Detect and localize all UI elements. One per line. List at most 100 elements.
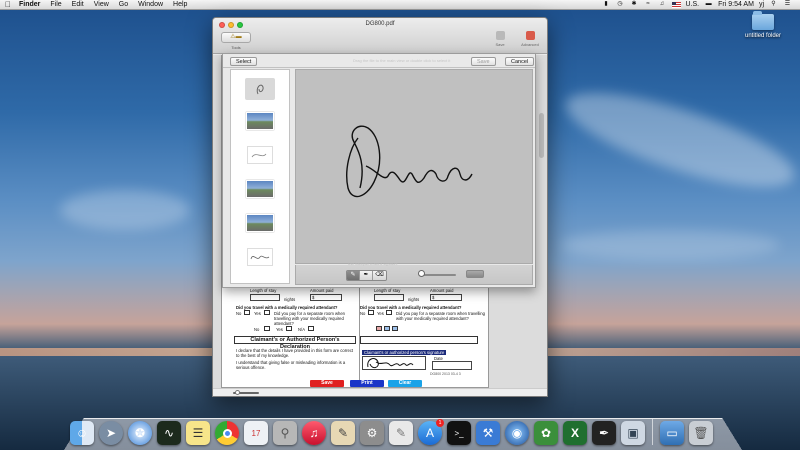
stroke-width-slider-knob[interactable] [418,270,425,277]
thumbnail-photo-2[interactable] [245,178,275,200]
time-machine-icon[interactable]: ◷ [616,1,625,8]
thumbnail-photo-1[interactable] [245,110,275,132]
nights-label: nights [284,297,296,302]
chrome-dock-icon[interactable] [215,421,239,445]
status-area: ▮ ◷ ✱ ≈ ♫ U.S. ▬ Fri 9:54 AM yj ⚲ ☰ [602,1,800,8]
us-flag-icon[interactable] [671,1,681,8]
form-clear-button[interactable]: Clear [388,380,422,387]
brush-tool-icon[interactable]: ✒ [360,271,373,280]
volume-icon[interactable]: ♫ [658,1,667,8]
eraser-tool-icon[interactable]: ⌫ [373,271,386,280]
apple-menu-icon[interactable]:  [2,0,14,9]
preview-toolbar: Use trackpad to add a signature ✎ ✒ ⌫ [295,262,533,285]
battery-icon[interactable]: ▬ [704,1,713,8]
menu-app-name[interactable]: Finder [14,1,45,8]
vertical-scrollbar[interactable] [539,113,544,158]
dock-separator [652,419,653,445]
desktop-folder[interactable]: untitled folder [738,11,788,39]
no-checkbox-3[interactable] [368,310,374,315]
itunes-dock-icon[interactable]: ♫ [302,421,326,445]
xcode-dock-icon[interactable]: ⚒ [476,421,500,445]
preview-dock-icon[interactable]: ✎ [331,421,355,445]
menu-window[interactable]: Window [133,1,168,8]
excel-dock-icon[interactable]: X [563,421,587,445]
blue-check-box[interactable] [384,326,390,331]
system-preferences-dock-icon[interactable]: ⚙ [360,421,384,445]
no-checkbox-2[interactable] [264,326,270,331]
amount-paid-input[interactable]: $ [310,294,342,301]
cloud [560,230,780,260]
stickies-dock-icon[interactable]: ☰ [186,421,210,445]
trash-dock-icon[interactable]: 🗑 [689,421,713,445]
keychain-dock-icon[interactable]: ⚲ [273,421,297,445]
network-utility-dock-icon[interactable]: ◉ [505,421,529,445]
photo-thumb-icon-3 [246,214,274,232]
thumbnail-signature-3[interactable] [245,246,275,268]
yes-checkbox-3[interactable] [386,310,392,315]
yes-checkbox-2[interactable] [286,326,292,331]
signature-card-icon [247,146,273,164]
thumbnail-photo-3[interactable] [245,212,275,234]
launchpad-dock-icon[interactable]: ➤ [99,421,123,445]
finder-dock-icon[interactable]: ☺ [70,421,94,445]
input-source-label[interactable]: U.S. [686,1,700,8]
window-title: DG800.pdf [365,21,395,27]
signature-sheet: Select Drag the file to the main view or… [222,53,536,288]
desktop-stack-dock-icon[interactable]: ▭ [660,421,684,445]
textedit-dock-icon[interactable]: ✎ [389,421,413,445]
toolbar-right: Save Advanced [489,31,541,47]
menu-edit[interactable]: Edit [67,1,89,8]
yes-checkbox[interactable] [264,310,270,315]
activity-monitor-dock-icon[interactable]: ∿ [157,421,181,445]
tools-button[interactable]: ⚠▬ [221,32,251,43]
menu-help[interactable]: Help [168,1,192,8]
no-checkbox[interactable] [244,310,250,315]
pdf-signer-dock-icon[interactable]: ✒ [592,421,616,445]
select-button[interactable]: Select [230,57,258,66]
battery-menu-icon[interactable]: ▮ [602,1,611,8]
clock[interactable]: Fri 9:54 AM [718,1,754,8]
dollar-sign-2: $ [432,295,435,300]
menu-file[interactable]: File [45,1,66,8]
zoom-slider-knob[interactable] [235,390,240,395]
date-field[interactable] [432,361,472,370]
image-capture-dock-icon[interactable]: ▣ [621,421,645,445]
form-save-button[interactable]: Save [310,380,344,387]
user-name[interactable]: yj [759,1,764,8]
leaf-app-dock-icon[interactable]: ✿ [534,421,558,445]
signature-card-scribble-2 [250,255,270,260]
na-checkbox[interactable] [308,326,314,331]
horizontal-scrollbar[interactable] [213,388,547,396]
wifi-icon[interactable]: ≈ [644,1,653,8]
bluetooth-icon[interactable]: ✱ [630,1,639,8]
menu-view[interactable]: View [89,1,114,8]
window-titlebar[interactable]: DG800.pdf ⚠▬ Tools Save Advanced [213,18,547,54]
sheet-save-button[interactable]: Save [471,57,496,66]
safari-dock-icon[interactable]: ✪ [128,421,152,445]
stroke-width-slider[interactable] [420,274,456,276]
form-print-button[interactable]: Print [350,380,384,387]
pen-tool-icon[interactable]: ✎ [347,271,360,280]
thumbnail-signature-2[interactable] [245,144,275,166]
signature-preview[interactable] [295,69,533,264]
signature-thumbnail-list[interactable] [230,69,290,284]
toolbar-save-label: Save [495,42,505,47]
thumbnail-signature-1[interactable] [245,78,275,100]
toolbar-save[interactable]: Save [489,31,511,47]
length-of-stay-input[interactable] [250,294,280,301]
cloud [60,190,190,230]
notification-center-icon[interactable]: ☰ [783,1,792,8]
cancel-button[interactable]: Cancel [505,57,535,66]
toolbar-advanced[interactable]: Advanced [519,31,541,47]
app-store-dock-icon[interactable]: A1 [418,419,444,445]
blue-check-box-2[interactable] [392,326,398,331]
red-check-box[interactable] [376,326,382,331]
amount-paid-input-2[interactable]: $ [430,294,462,301]
spotlight-icon[interactable]: ⚲ [769,1,778,8]
yes-label-3: Yes [377,311,384,316]
terminal-dock-icon[interactable]: >_ [447,421,471,445]
menu-go[interactable]: Go [114,1,133,8]
length-of-stay-input-2[interactable] [374,294,404,301]
calendar-dock-icon[interactable]: 17 [244,421,268,445]
color-well-button[interactable] [466,270,484,278]
